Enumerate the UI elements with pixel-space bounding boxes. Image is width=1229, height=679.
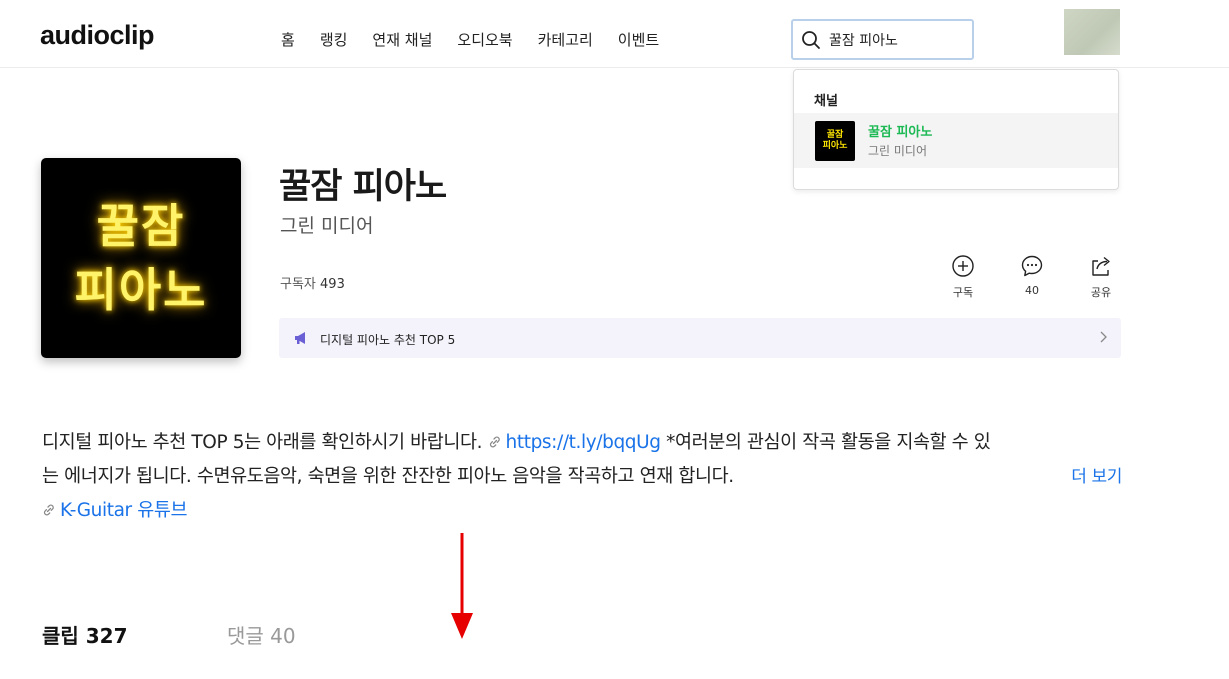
user-avatar[interactable]	[1064, 9, 1120, 55]
result-subtitle: 그린 미디어	[868, 144, 928, 158]
nav-category[interactable]: 카테고리	[538, 29, 593, 50]
more-button[interactable]: 더 보기	[1071, 460, 1122, 494]
plus-circle-icon	[952, 255, 974, 277]
nav-event[interactable]: 이벤트	[618, 29, 659, 50]
main-nav: 홈 랭킹 연재 채널 오디오북 카테고리 이벤트	[281, 29, 684, 50]
result-thumb-line1: 꿀잠	[826, 130, 844, 140]
subscribe-label: 구독	[952, 286, 974, 299]
share-icon	[1092, 256, 1110, 276]
result-thumb-line2: 피아노	[822, 141, 848, 151]
subscribe-button[interactable]: 구독	[943, 254, 983, 300]
channel-notice-bar[interactable]: 디지털 피아노 추천 TOP 5	[279, 318, 1121, 358]
cover-text-line2: 피아노	[74, 263, 208, 317]
youtube-link[interactable]: K-Guitar 유튜브	[60, 500, 187, 521]
channel-title: 꿀잠 피아노	[279, 167, 447, 207]
subscriber-label: 구독자	[280, 277, 316, 292]
channel-description: 디지털 피아노 추천 TOP 5는 아래를 확인하시기 바랍니다. https:…	[42, 426, 1122, 528]
comments-count-label: 40	[1025, 284, 1039, 297]
description-line-2: 는 에너지가 됩니다. 수면유도음악, 숙면을 위한 잔잔한 피아노 음악을 작…	[42, 460, 1122, 494]
nav-home[interactable]: 홈	[281, 29, 295, 50]
share-label: 공유	[1090, 286, 1112, 299]
search-suggestions-dropdown: 채널 꿀잠 피아노 꿀잠 피아노 그린 미디어	[793, 69, 1119, 190]
chat-bubble-icon	[1021, 255, 1043, 277]
search-input[interactable]	[829, 31, 969, 48]
top-header: audioclip 홈 랭킹 연재 채널 오디오북 카테고리 이벤트	[0, 0, 1229, 68]
nav-ranking[interactable]: 랭킹	[320, 29, 348, 50]
description-text-1-tail: *여러분의 관심이 작곡 활동을 지속할 수 있	[660, 432, 991, 453]
link-icon	[43, 504, 54, 516]
description-text-1: 디지털 피아노 추천 TOP 5는 아래를 확인하시기 바랍니다.	[42, 432, 483, 453]
description-text-2: 는 에너지가 됩니다. 수면유도음악, 숙면을 위한 잔잔한 피아노 음악을 작…	[42, 466, 734, 487]
audioclip-logo[interactable]: audioclip	[40, 20, 155, 51]
search-result-item[interactable]: 꿀잠 피아노 꿀잠 피아노 그린 미디어	[794, 113, 1118, 168]
search-box[interactable]	[791, 19, 974, 60]
tab-clips[interactable]: 클립 327	[42, 620, 128, 649]
nav-series-channel[interactable]: 연재 채널	[372, 29, 432, 50]
link-icon	[489, 436, 500, 448]
description-line-1: 디지털 피아노 추천 TOP 5는 아래를 확인하시기 바랍니다. https:…	[42, 426, 1122, 460]
description-line-3: K-Guitar 유튜브	[42, 494, 1122, 528]
chevron-right-icon	[1100, 331, 1107, 343]
tab-comments[interactable]: 댓글 40	[227, 620, 296, 649]
megaphone-icon	[295, 332, 305, 344]
subscriber-number: 493	[320, 277, 345, 292]
dropdown-section-title: 채널	[814, 94, 838, 109]
description-link-url[interactable]: https://t.ly/bqqUg	[506, 432, 661, 453]
red-arrow-annotation	[451, 533, 473, 639]
channel-author[interactable]: 그린 미디어	[280, 211, 373, 238]
result-thumbnail: 꿀잠 피아노	[815, 121, 855, 161]
nav-audiobook[interactable]: 오디오북	[457, 29, 512, 50]
search-icon	[802, 30, 820, 49]
subscriber-count: 구독자 493	[280, 273, 345, 292]
channel-cover-image: 꿀잠 피아노	[41, 158, 241, 358]
notice-text: 디지털 피아노 추천 TOP 5	[320, 333, 456, 347]
share-button[interactable]: 공유	[1081, 254, 1121, 300]
cover-text-line1: 꿀잠	[96, 199, 186, 253]
result-title: 꿀잠 피아노	[868, 125, 933, 140]
comments-button[interactable]: 40	[1012, 254, 1052, 297]
